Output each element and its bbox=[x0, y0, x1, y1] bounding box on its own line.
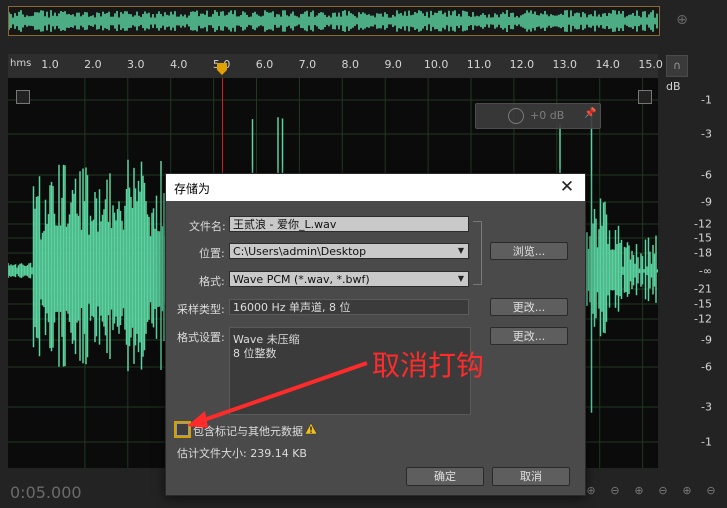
db-label: -6 bbox=[701, 360, 712, 374]
format-value: Wave PCM (*.wav, *.bwf) bbox=[233, 273, 370, 286]
ruler-tick-label: 6.0 bbox=[255, 58, 274, 71]
format-label: 格式: bbox=[199, 275, 225, 288]
db-label: -6 bbox=[701, 168, 712, 182]
db-label: -12 bbox=[694, 312, 712, 326]
ruler-tick-label: 15.0 bbox=[638, 58, 663, 71]
db-label: -18 bbox=[694, 246, 712, 260]
db-scale: dB -1 -3 -6 -9 -12 -15 -18 -∞ -21 -15 -12 -9 -6 -3 -1 bbox=[660, 78, 720, 468]
zoom-in-full-icon[interactable]: ⊕ bbox=[676, 484, 698, 502]
pin-icon[interactable]: 📌 bbox=[584, 108, 596, 119]
change-sample-type-button[interactable]: 更改... bbox=[490, 298, 568, 316]
bracket-divider bbox=[473, 221, 482, 285]
ruler-tick-label: 1.0 bbox=[41, 58, 59, 71]
db-label: -1 bbox=[701, 93, 712, 107]
ruler-unit: hms bbox=[10, 58, 32, 69]
annotation-text: 取消打钩 bbox=[372, 349, 485, 382]
format-select[interactable]: Wave PCM (*.wav, *.bwf) ▼ bbox=[229, 271, 469, 287]
db-label: -9 bbox=[701, 333, 712, 347]
zoom-in-time-icon[interactable]: ⊕ bbox=[628, 484, 650, 502]
estimated-size: 估计文件大小: 239.14 KB bbox=[177, 447, 307, 460]
ruler-tick-label: 2.0 bbox=[84, 58, 102, 71]
time-ruler[interactable]: hms 1.02.03.04.05.06.07.08.09.010.011.01… bbox=[8, 54, 663, 78]
db-label: -12 bbox=[694, 217, 712, 231]
ruler-tick-label: 9.0 bbox=[384, 58, 402, 71]
ruler-tick-label: 3.0 bbox=[127, 58, 145, 71]
close-icon[interactable]: ✕ bbox=[555, 177, 579, 197]
ruler-tick-label: 14.0 bbox=[595, 58, 620, 71]
ruler-tick-label: 10.0 bbox=[423, 58, 449, 71]
format-settings-label: 格式设置: bbox=[177, 331, 225, 344]
location-select[interactable]: C:\Users\admin\Desktop ▼ bbox=[229, 243, 469, 259]
db-label: -∞ bbox=[698, 264, 712, 278]
save-as-dialog: 存储为 ✕ 文件名: 王贰浪 - 爱你_L.wav 位置: C:\Users\a… bbox=[165, 173, 586, 496]
ok-button[interactable]: 确定 bbox=[406, 467, 484, 486]
ruler-tick-label: 12.0 bbox=[509, 58, 535, 71]
db-label: -3 bbox=[701, 127, 712, 141]
ruler-tick-label: 8.0 bbox=[341, 58, 360, 71]
ruler-tick-label: 13.0 bbox=[552, 58, 578, 71]
db-label: -15 bbox=[694, 231, 712, 245]
location-value: C:\Users\admin\Desktop bbox=[233, 245, 367, 258]
fade-in-handle-icon[interactable] bbox=[16, 90, 30, 104]
db-label: -9 bbox=[701, 195, 712, 209]
dialog-title: 存储为 bbox=[174, 182, 211, 196]
playhead-marker-icon[interactable] bbox=[216, 62, 228, 76]
browse-button[interactable]: 浏览... bbox=[490, 242, 568, 260]
ruler-tick-label: 11.0 bbox=[466, 58, 492, 71]
sample-type-value: 16000 Hz 单声道, 8 位 bbox=[229, 299, 469, 315]
waveform-overview[interactable] bbox=[8, 6, 660, 36]
overview-waveform bbox=[8, 10, 658, 32]
zoom-out-amplitude-icon[interactable]: ⊖ bbox=[604, 484, 626, 502]
zoom-out-full-icon[interactable]: ⊖ bbox=[700, 484, 722, 502]
zoom-out-time-icon[interactable]: ⊖ bbox=[652, 484, 674, 502]
db-label: -21 bbox=[694, 282, 712, 296]
cancel-button[interactable]: 取消 bbox=[492, 467, 570, 486]
volume-value: +0 dB bbox=[530, 109, 565, 122]
location-label: 位置: bbox=[199, 247, 225, 260]
db-unit: dB bbox=[666, 80, 681, 93]
ruler-tick-label: 7.0 bbox=[298, 58, 317, 71]
chevron-down-icon[interactable]: ▼ bbox=[454, 244, 468, 258]
filename-input[interactable]: 王贰浪 - 爱你_L.wav bbox=[229, 216, 469, 232]
db-label: -1 bbox=[701, 435, 712, 449]
hud-volume-widget[interactable]: +0 dB 📌 bbox=[475, 103, 601, 129]
ruler-tick-label: 4.0 bbox=[169, 58, 188, 71]
chevron-down-icon[interactable]: ▼ bbox=[454, 272, 468, 286]
zoom-navigator-icon[interactable]: ⊕ bbox=[672, 10, 692, 30]
filename-label: 文件名: bbox=[189, 220, 226, 233]
annotation-arrow-icon bbox=[187, 361, 368, 428]
db-label: -15 bbox=[694, 297, 712, 311]
volume-knob-icon[interactable] bbox=[508, 108, 524, 124]
loop-icon[interactable]: ∩ bbox=[666, 55, 688, 77]
change-format-settings-button[interactable]: 更改... bbox=[490, 327, 568, 345]
fade-out-handle-icon[interactable] bbox=[638, 90, 652, 104]
time-display: 0:05.000 bbox=[10, 483, 82, 502]
db-label: -3 bbox=[701, 400, 712, 414]
sample-type-label: 采样类型: bbox=[177, 303, 225, 316]
dialog-titlebar[interactable]: 存储为 ✕ bbox=[166, 174, 585, 201]
